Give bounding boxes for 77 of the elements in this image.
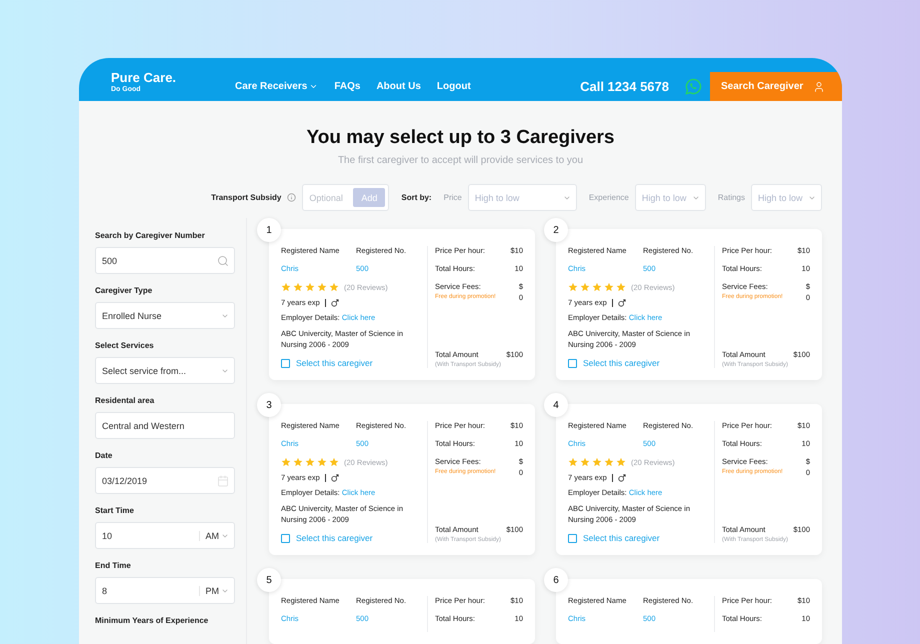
checkbox[interactable] bbox=[568, 534, 577, 542]
dropdown-field[interactable]: Select service from... bbox=[95, 357, 235, 384]
transport-subsidy-label: Transport Subsidy bbox=[211, 193, 282, 202]
star-icon bbox=[329, 282, 339, 292]
field-label: End Time bbox=[95, 561, 132, 570]
star-icon bbox=[281, 457, 291, 467]
star-icon bbox=[616, 457, 626, 467]
page-subtitle: The first caregiver to accept will provide services to you bbox=[338, 155, 584, 166]
star-icon bbox=[317, 282, 327, 292]
sort-dropdown[interactable]: High to low bbox=[468, 184, 577, 211]
search-caregiver-button[interactable]: Search Caregiver bbox=[710, 72, 842, 101]
field-label: Date bbox=[95, 451, 114, 460]
star-icon bbox=[592, 457, 602, 467]
male-symbol-icon bbox=[618, 299, 626, 307]
checkbox-label[interactable]: Select this caregiver bbox=[583, 533, 660, 543]
star-icon bbox=[580, 282, 590, 292]
field-label: Select Services bbox=[95, 341, 155, 350]
star-icon bbox=[616, 282, 626, 292]
checkbox[interactable] bbox=[281, 534, 290, 542]
checkbox-label[interactable]: Select this caregiver bbox=[296, 533, 373, 543]
star-icon bbox=[293, 457, 303, 467]
card-number: 5 bbox=[257, 568, 281, 592]
card-number: 2 bbox=[544, 218, 568, 242]
star-icon bbox=[305, 282, 315, 292]
field-label: Start Time bbox=[95, 506, 135, 515]
chat-bubble-icon[interactable] bbox=[685, 78, 702, 95]
dropdown-field[interactable]: Enrolled Nurse bbox=[95, 302, 235, 329]
calendar-icon bbox=[217, 474, 229, 486]
field-label: Caregiver Type bbox=[95, 286, 154, 295]
time-field[interactable]: 8 PM bbox=[95, 577, 235, 604]
logo-name: Pure Care. bbox=[111, 70, 176, 85]
page-title: You may select up to 3 Caregivers bbox=[306, 127, 614, 149]
user-icon bbox=[813, 80, 826, 92]
male-symbol-icon bbox=[618, 474, 626, 482]
card-number: 3 bbox=[257, 393, 281, 417]
sort-option-label: Experience bbox=[588, 193, 629, 202]
star-icon bbox=[317, 457, 327, 467]
sort-option-label: Ratings bbox=[718, 193, 745, 202]
star-icon bbox=[580, 457, 590, 467]
card-number: 4 bbox=[544, 393, 568, 417]
star-icon bbox=[281, 282, 291, 292]
nav-link[interactable]: Care Receivers bbox=[235, 81, 318, 92]
field-label: Minimum Years of Experience bbox=[95, 616, 210, 625]
checkbox[interactable] bbox=[568, 358, 577, 368]
search-field[interactable]: 500 bbox=[95, 247, 235, 274]
star-icon bbox=[293, 282, 303, 292]
star-icon bbox=[592, 282, 602, 292]
nav-link[interactable]: About Us bbox=[376, 81, 421, 92]
star-icon bbox=[568, 282, 578, 292]
checkbox[interactable] bbox=[281, 358, 290, 368]
card-number: 6 bbox=[544, 568, 568, 592]
add-button[interactable]: Add bbox=[353, 188, 386, 207]
sort-option-label: Price bbox=[444, 193, 462, 202]
sort-dropdown[interactable]: High to low bbox=[751, 184, 822, 211]
sort-label: Sort by: bbox=[401, 193, 432, 202]
card-number: 1 bbox=[257, 218, 281, 242]
star-icon bbox=[604, 457, 614, 467]
field-label: Search by Caregiver Number bbox=[95, 231, 206, 240]
field-label: Residental area bbox=[95, 396, 156, 405]
star-icon bbox=[305, 457, 315, 467]
checkbox-label[interactable]: Select this caregiver bbox=[583, 358, 660, 368]
male-symbol-icon bbox=[330, 474, 339, 482]
phone-number: Call 1234 5678 bbox=[580, 78, 669, 96]
input-field[interactable]: Central and Western bbox=[95, 412, 235, 439]
checkbox-label[interactable]: Select this caregiver bbox=[296, 358, 373, 368]
time-field[interactable]: 10 AM bbox=[95, 522, 235, 549]
date-field[interactable]: 03/12/2019 bbox=[95, 467, 235, 494]
search-icon bbox=[217, 254, 229, 266]
info-icon bbox=[287, 193, 296, 202]
star-icon bbox=[604, 282, 614, 292]
sort-dropdown[interactable]: High to low bbox=[634, 184, 706, 211]
star-icon bbox=[568, 457, 578, 467]
male-symbol-icon bbox=[330, 299, 339, 307]
star-icon bbox=[329, 457, 339, 467]
nav-link[interactable]: Logout bbox=[436, 81, 471, 92]
subsidy-field[interactable]: Optional Add bbox=[302, 184, 390, 211]
nav-link[interactable]: FAQs bbox=[334, 81, 360, 92]
